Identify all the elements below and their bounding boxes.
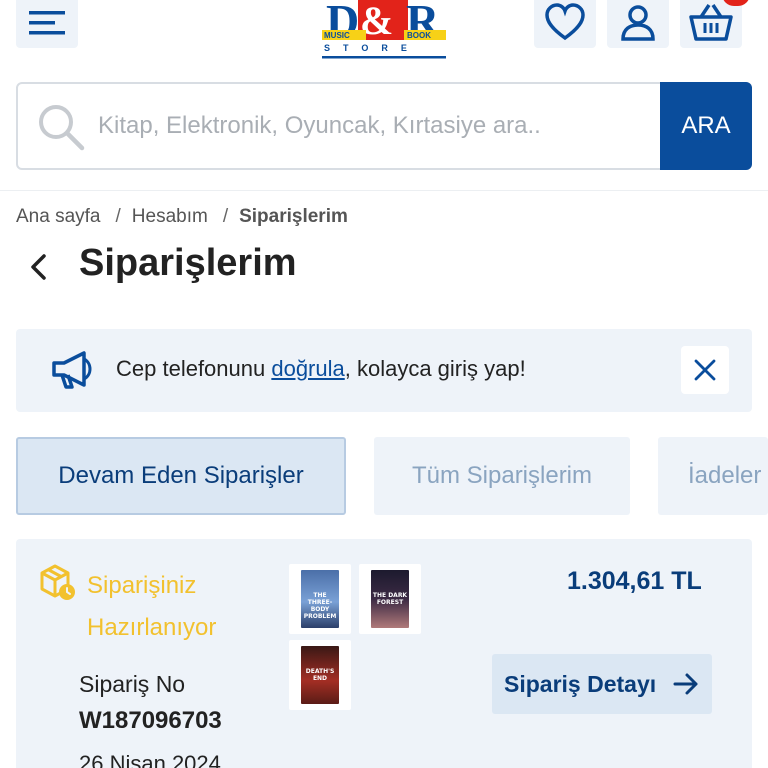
notice-text-before: Cep telefonunu bbox=[116, 356, 272, 381]
page: D & R MUSIC BOOK STORE Kitap, Elektronik… bbox=[0, 0, 768, 768]
notice-text: Cep telefonunu doğrula, kolayca giriş ya… bbox=[116, 356, 526, 382]
svg-text:STORE: STORE bbox=[324, 43, 420, 53]
tab-all-orders[interactable]: Tüm Siparişlerim bbox=[374, 437, 630, 515]
order-status: Siparişiniz Hazırlanıyor bbox=[87, 572, 217, 641]
search-icon bbox=[39, 105, 85, 151]
cart-button[interactable] bbox=[680, 0, 742, 48]
back-chevron-icon[interactable] bbox=[26, 252, 52, 282]
book-cover: DEATH'S END bbox=[301, 646, 339, 704]
breadcrumb-separator: / bbox=[222, 206, 229, 227]
tab-returns[interactable]: İadeler bbox=[658, 437, 768, 515]
favorites-button[interactable] bbox=[534, 0, 596, 48]
verify-link[interactable]: doğrula bbox=[271, 356, 344, 381]
breadcrumb-account[interactable]: Hesabım bbox=[132, 206, 208, 228]
book-cover-title: THE THREE-BODY PROBLEM bbox=[303, 592, 337, 620]
book-thumbnail[interactable]: THE THREE-BODY PROBLEM bbox=[289, 564, 351, 634]
order-detail-label: Sipariş Detayı bbox=[504, 670, 657, 697]
search-button[interactable]: ARA bbox=[660, 82, 752, 170]
package-clock-icon bbox=[40, 564, 75, 600]
breadcrumb-home[interactable]: Ana sayfa bbox=[16, 206, 101, 228]
notice-close-button[interactable] bbox=[681, 346, 729, 394]
svg-text:MUSIC: MUSIC bbox=[324, 31, 350, 40]
arrow-right-icon bbox=[673, 673, 698, 695]
breadcrumb: Ana sayfa / Hesabım / Siparişlerim bbox=[16, 206, 348, 228]
close-icon bbox=[694, 359, 716, 381]
notice-text-after: , kolayca giriş yap! bbox=[344, 356, 526, 381]
page-title: Siparişlerim bbox=[79, 242, 297, 284]
basket-icon bbox=[689, 4, 733, 41]
megaphone-icon bbox=[52, 351, 92, 389]
breadcrumb-current: Siparişlerim bbox=[239, 206, 348, 227]
search-bar: ARA bbox=[16, 82, 752, 170]
user-icon bbox=[621, 5, 655, 41]
svg-text:BOOK: BOOK bbox=[407, 31, 431, 40]
book-cover-title: THE DARK FOREST bbox=[372, 592, 408, 606]
header: D & R MUSIC BOOK STORE bbox=[0, 0, 768, 70]
order-card: Siparişiniz Hazırlanıyor THE THREE-BODY … bbox=[16, 539, 752, 768]
book-cover: THE DARK FOREST bbox=[371, 570, 409, 628]
order-price: 1.304,61 TL bbox=[567, 567, 702, 595]
breadcrumb-separator: / bbox=[115, 206, 121, 227]
book-thumbnail[interactable]: THE DARK FOREST bbox=[359, 564, 421, 634]
book-thumbnail[interactable]: DEATH'S END bbox=[289, 640, 351, 710]
account-button[interactable] bbox=[607, 0, 669, 48]
order-date: 26 Nisan 2024 bbox=[79, 751, 221, 768]
hamburger-menu-icon bbox=[29, 11, 65, 35]
heart-icon bbox=[545, 3, 585, 41]
book-cover: THE THREE-BODY PROBLEM bbox=[301, 570, 339, 628]
header-divider bbox=[0, 190, 768, 191]
order-number: W187096703 bbox=[79, 707, 222, 734]
order-detail-button[interactable]: Sipariş Detayı bbox=[492, 654, 712, 714]
menu-button[interactable] bbox=[16, 0, 78, 48]
phone-verify-notice: Cep telefonunu doğrula, kolayca giriş ya… bbox=[16, 329, 752, 412]
dr-logo[interactable]: D & R MUSIC BOOK STORE bbox=[322, 0, 446, 62]
search-input[interactable] bbox=[98, 84, 658, 168]
book-cover-title: DEATH'S END bbox=[305, 668, 335, 682]
tab-ongoing-orders[interactable]: Devam Eden Siparişler bbox=[16, 437, 346, 515]
order-number-label: Sipariş No bbox=[79, 671, 186, 697]
